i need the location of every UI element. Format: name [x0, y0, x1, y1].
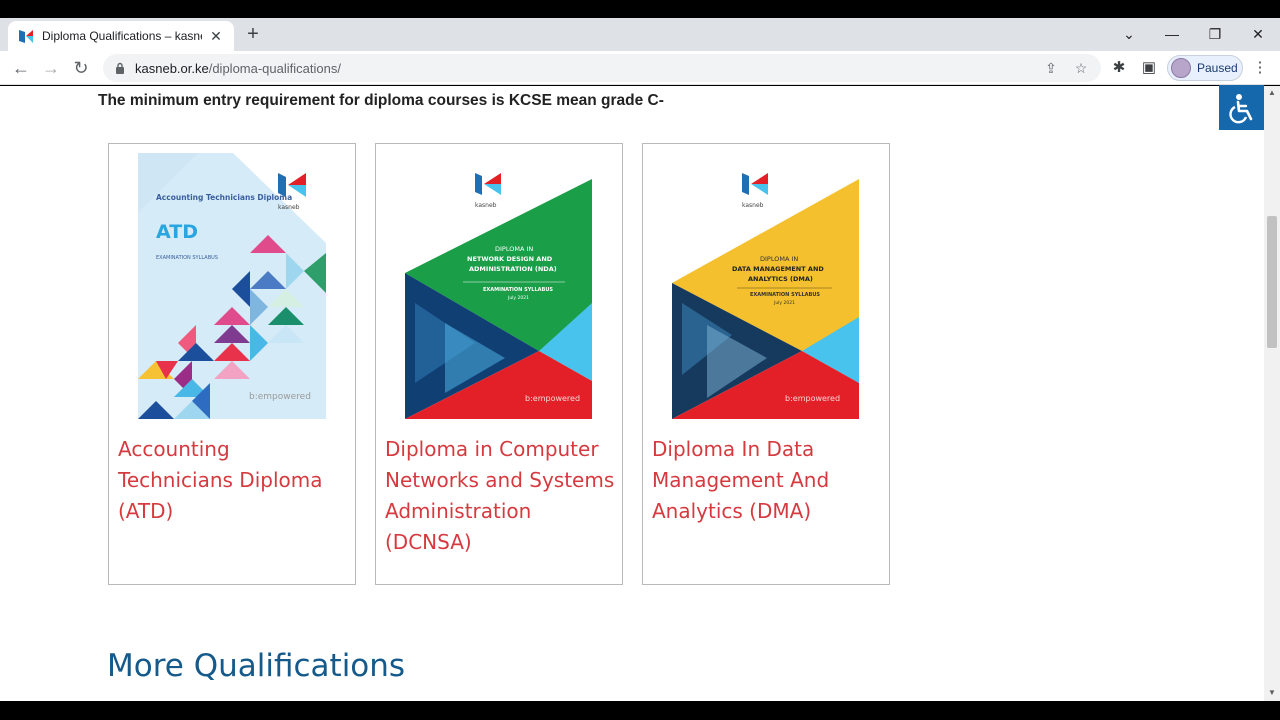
- side-panel-icon[interactable]: ▣: [1139, 58, 1159, 78]
- close-window-button[interactable]: ✕: [1247, 23, 1269, 45]
- nda-cover-line2: NETWORK DESIGN AND: [467, 255, 553, 263]
- avatar: [1171, 58, 1191, 78]
- tab-strip: Diploma Qualifications – kasneb ✕ + ⌄ — …: [0, 18, 1280, 51]
- card-title-dma[interactable]: Diploma In Data Management And Analytics…: [652, 434, 884, 527]
- dma-cover-logo-text: kasneb: [742, 202, 764, 209]
- nda-cover-sub: EXAMINATION SYLLABUS: [483, 287, 553, 293]
- more-qualifications-heading: More Qualifications: [107, 648, 406, 684]
- nda-cover-tagline: b:empowered: [525, 394, 580, 403]
- profile-button[interactable]: Paused: [1167, 55, 1243, 81]
- nda-cover-line1: DIPLOMA IN: [495, 245, 533, 253]
- url-host: kasneb.or.ke: [135, 60, 209, 76]
- atd-cover-heading: Accounting Technicians Diploma: [156, 193, 292, 202]
- atd-cover-tagline: b:empowered: [249, 392, 311, 402]
- page-scrollbar[interactable]: ▲ ▼: [1264, 86, 1280, 701]
- profile-status: Paused: [1197, 61, 1238, 75]
- nda-cover-line3: ADMINISTRATION (NDA): [469, 265, 557, 273]
- browser-toolbar: ← → ↻ kasneb.or.ke/diploma-qualification…: [0, 51, 1280, 85]
- menu-icon[interactable]: ⋮: [1250, 58, 1270, 78]
- qualification-card-dcnsa[interactable]: DIPLOMA IN NETWORK DESIGN AND ADMINISTRA…: [375, 143, 623, 585]
- back-icon[interactable]: ←: [10, 57, 32, 79]
- reload-icon[interactable]: ↻: [70, 57, 92, 79]
- lock-icon: [116, 62, 124, 74]
- dma-cover-line2: DATA MANAGEMENT AND: [732, 265, 824, 273]
- qualification-card-atd[interactable]: Accounting Technicians Diploma ATD EXAMI…: [108, 143, 356, 585]
- atd-cover-logo-text: kasneb: [278, 204, 300, 211]
- tab-title: Diploma Qualifications – kasneb: [42, 29, 202, 43]
- accessibility-button[interactable]: [1219, 85, 1264, 130]
- atd-cover-image[interactable]: Accounting Technicians Diploma ATD EXAMI…: [138, 153, 326, 419]
- atd-cover-abbr: ATD: [156, 221, 198, 243]
- maximize-button[interactable]: ❐: [1204, 23, 1226, 45]
- kasneb-favicon-icon: [19, 30, 33, 43]
- scroll-down-icon[interactable]: ▼: [1264, 686, 1280, 700]
- share-icon[interactable]: ⇪: [1042, 59, 1060, 77]
- minimize-button[interactable]: —: [1161, 23, 1183, 45]
- nda-cover-date: July 2021: [507, 295, 529, 301]
- entry-requirement-text: The minimum entry requirement for diplom…: [98, 92, 664, 109]
- atd-cover-sub: EXAMINATION SYLLABUS: [156, 255, 218, 261]
- dma-cover-date: July 2021: [773, 300, 795, 306]
- dma-cover-image[interactable]: DIPLOMA IN DATA MANAGEMENT AND ANALYTICS…: [672, 153, 860, 419]
- nda-cover-logo-text: kasneb: [475, 202, 497, 209]
- wheelchair-icon: [1228, 93, 1252, 123]
- card-title-atd[interactable]: Accounting Technicians Diploma (ATD): [118, 434, 350, 527]
- page-viewport: The minimum entry requirement for diplom…: [0, 86, 1264, 701]
- card-title-dcnsa[interactable]: Diploma in Computer Networks and Systems…: [385, 434, 617, 558]
- dma-cover-line3: ANALYTICS (DMA): [748, 275, 813, 283]
- tab-close-icon[interactable]: ✕: [208, 28, 224, 44]
- nda-cover-image[interactable]: DIPLOMA IN NETWORK DESIGN AND ADMINISTRA…: [405, 153, 593, 419]
- video-letterbox-top: [0, 0, 1280, 18]
- scroll-up-icon[interactable]: ▲: [1264, 86, 1280, 100]
- tab-diploma-qualifications[interactable]: Diploma Qualifications – kasneb ✕: [8, 21, 234, 51]
- dma-cover-sub: EXAMINATION SYLLABUS: [750, 292, 820, 298]
- extensions-icon[interactable]: ✱: [1109, 58, 1129, 78]
- new-tab-button[interactable]: +: [243, 24, 263, 44]
- qualification-card-dma[interactable]: DIPLOMA IN DATA MANAGEMENT AND ANALYTICS…: [642, 143, 890, 585]
- url-path: /diploma-qualifications/: [208, 60, 341, 76]
- scrollbar-thumb[interactable]: [1267, 216, 1277, 348]
- dma-cover-line1: DIPLOMA IN: [760, 255, 798, 263]
- address-bar[interactable]: kasneb.or.ke/diploma-qualifications/ ⇪ ☆: [103, 54, 1101, 82]
- star-icon[interactable]: ☆: [1072, 59, 1090, 77]
- dma-cover-tagline: b:empowered: [785, 394, 840, 403]
- tab-search-icon[interactable]: ⌄: [1118, 23, 1140, 45]
- forward-icon[interactable]: →: [40, 57, 62, 79]
- video-letterbox-bottom: [0, 701, 1280, 720]
